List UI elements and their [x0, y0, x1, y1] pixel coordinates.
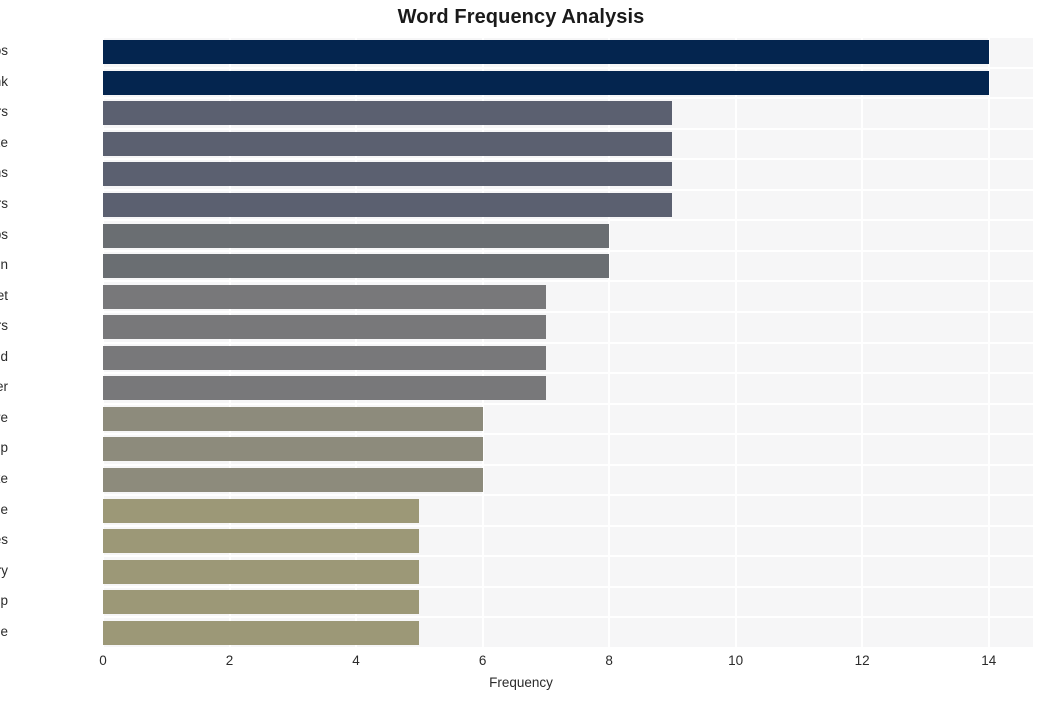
y-axis-tick-label: goldpickaxe: [0, 134, 8, 150]
y-axis-tick-label: target: [0, 287, 8, 303]
x-axis-tick-label: 4: [352, 653, 360, 668]
y-axis-tick-label: malware: [0, 409, 8, 425]
bar: [103, 70, 989, 95]
bar: [103, 529, 420, 554]
x-axis-tick-label: 12: [854, 653, 870, 668]
gridline-horizontal: [103, 585, 1033, 588]
gridline-horizontal: [103, 372, 1033, 375]
gridline-horizontal: [103, 188, 1033, 191]
bar: [103, 223, 610, 248]
y-axis-tick-label: users: [0, 104, 8, 120]
gridline-horizontal: [103, 402, 1033, 405]
gridline-horizontal: [103, 524, 1033, 527]
gridline-horizontal: [103, 433, 1033, 436]
bar: [103, 254, 610, 279]
x-axis-tick-label: 0: [99, 653, 107, 668]
x-axis-tick-label: 10: [728, 653, 744, 668]
bar: [103, 193, 673, 218]
gridline-horizontal: [103, 463, 1033, 466]
x-axis-tick-label: 8: [605, 653, 613, 668]
y-axis-tick-label: golddigger: [0, 379, 8, 395]
chart-figure: Word Frequency Analysis ios bank users gold…: [0, 0, 1042, 701]
x-axis-label: Frequency: [489, 675, 553, 690]
gridline-horizontal: [103, 249, 1033, 252]
bar: [103, 40, 989, 65]
y-axis-tick-label: fake: [0, 470, 8, 486]
gridline-horizontal: [103, 280, 1033, 283]
y-axis-tick-label: include: [0, 623, 8, 639]
y-axis-tick-label: version: [0, 257, 8, 273]
gridline-horizontal: [103, 158, 1033, 161]
gridline-horizontal: [103, 341, 1033, 344]
bar: [103, 284, 546, 309]
chart-title: Word Frequency Analysis: [397, 6, 645, 28]
x-axis-tick-label: 2: [225, 653, 234, 668]
y-axis-tick-label: apple: [0, 501, 8, 517]
x-axis-tick-label: 6: [478, 653, 487, 668]
y-axis-tick-label: goldfactory: [0, 562, 8, 578]
y-axis-tick-label: bank: [0, 73, 8, 89]
y-axis-tick-label: researchers: [0, 318, 8, 334]
bar: [103, 467, 483, 492]
bar: [103, 590, 420, 615]
plot-area: [103, 37, 1033, 648]
gridline-horizontal: [103, 647, 1033, 648]
gridline-horizontal: [103, 127, 1033, 130]
y-axis-tick-label: attackers: [0, 196, 8, 212]
gridline-horizontal: [103, 219, 1033, 222]
gridline-horizontal: [103, 310, 1033, 313]
bar: [103, 345, 546, 370]
y-axis-tick-label: devices: [0, 532, 8, 548]
y-axis-tick-label: group: [0, 440, 8, 456]
y-axis-tick-label: apps: [0, 226, 8, 242]
gridline-horizontal: [103, 494, 1033, 497]
bar: [103, 315, 546, 340]
bar: [103, 162, 673, 187]
gridline-horizontal: [103, 37, 1033, 38]
gridline-horizontal: [103, 555, 1033, 558]
y-axis-tick-label: ios: [0, 43, 8, 59]
bar: [103, 376, 546, 401]
x-axis-tick-label: 14: [981, 653, 997, 668]
gridline-horizontal: [103, 97, 1033, 100]
y-axis-tick-label: app: [0, 593, 8, 609]
bar: [103, 437, 483, 462]
bar: [103, 498, 420, 523]
gridline-horizontal: [103, 66, 1033, 69]
bar: [103, 101, 673, 126]
y-axis-tick-label: android: [0, 348, 8, 364]
bar: [103, 131, 673, 156]
bar: [103, 406, 483, 431]
bar: [103, 620, 420, 645]
gridline-horizontal: [103, 616, 1033, 619]
y-axis-tick-label: victims: [0, 165, 8, 181]
bar: [103, 559, 420, 584]
